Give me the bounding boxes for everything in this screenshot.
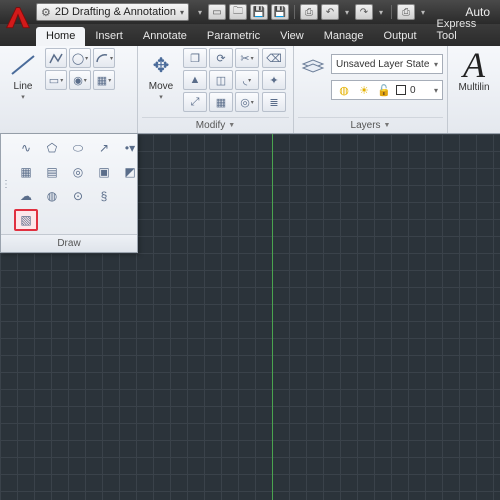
sun-icon: ☀ [356,82,372,98]
chevron-down-icon: ▾ [21,93,25,101]
modify-grid: ❐ ⟳ ✂▾ ▲ ◫ ◟▾ ⤢ ▦ ◎▾ [183,48,259,117]
panel-draw: Line ▾ ◯▾ ▾ ▭▾ ◉▾ ▦▾ [0,46,138,133]
layer-state-dropdown[interactable]: Unsaved Layer State ▾ [331,54,443,74]
arc-icon[interactable]: ▾ [93,48,115,68]
panel-annotation: A Multilin [448,46,500,133]
tab-home[interactable]: Home [36,27,85,46]
move-icon: ✥ [144,50,178,80]
stretch-icon[interactable]: ⤢ [183,92,207,112]
lightbulb-icon: ◍ [336,82,352,98]
lock-icon: 🔓 [376,82,392,98]
hatch2-icon[interactable]: ▦ [14,161,38,183]
undo-icon[interactable]: ↶ [321,4,339,20]
boundary-icon[interactable]: ◎ [66,161,90,183]
line-label: Line [14,81,33,92]
hatch-icon[interactable]: ▦▾ [93,70,115,90]
tab-view[interactable]: View [270,27,314,46]
separator [391,5,392,19]
fillet-icon[interactable]: ◟▾ [235,70,259,90]
modify-title[interactable]: Modify▼ [142,117,289,133]
panel-layers: Unsaved Layer State ▾ ◍ ☀ 🔓 0 ▾ Layers▼ [294,46,448,133]
panel-modify: ✥ Move ▾ ❐ ⟳ ✂▾ ▲ ◫ ◟▾ ⤢ ▦ ◎▾ ⌫ ✦ ≣ Modi… [138,46,294,133]
revision-cloud-icon[interactable]: ☁ [14,185,38,207]
tab-express-tools[interactable]: Express Tool [427,15,500,46]
ellipse2-icon[interactable]: ⬭ [66,137,90,159]
tab-annotate[interactable]: Annotate [133,27,197,46]
draw-flyout-title[interactable]: Draw [1,234,137,252]
chevron-down-icon: ▼ [384,122,391,129]
explode-icon[interactable]: ✦ [262,70,286,90]
rotate-icon[interactable]: ⟳ [209,48,233,68]
erase-icon[interactable]: ⌫ [262,48,286,68]
redo-history-icon[interactable]: ▾ [376,4,386,20]
quick-access-toolbar: ▾ ▭ 🗀 💾 💾 ⎙ ↶ ▾ ↷ ▾ ⎙ ▾ [195,4,428,20]
multiline-label: Multilin [458,82,489,93]
offset2-icon[interactable]: ≣ [262,92,286,112]
undo-history-icon[interactable]: ▾ [342,4,352,20]
app-logo[interactable] [4,4,32,32]
copy-icon[interactable]: ❐ [183,48,207,68]
chevron-down-icon: ▾ [180,8,184,17]
line-button[interactable]: Line ▾ [4,48,42,133]
chevron-down-icon: ▾ [434,60,438,69]
title-bar: ⚙ 2D Drafting & Annotation ▾ ▾ ▭ 🗀 💾 💾 ⎙… [0,0,500,24]
mirror-icon[interactable]: ▲ [183,70,207,90]
trim-icon[interactable]: ✂▾ [235,48,259,68]
open-icon[interactable]: 🗀 [229,4,247,20]
circle-icon[interactable]: ◯▾ [69,48,91,68]
more-icon[interactable]: •▾ [118,137,142,159]
color-swatch [396,85,406,95]
polyline-icon[interactable] [45,48,67,68]
tab-insert[interactable]: Insert [85,27,133,46]
region-icon[interactable]: ▣ [92,161,116,183]
polygon-icon[interactable]: ⬠ [40,137,64,159]
print-icon[interactable]: ⎙ [397,4,415,20]
chevron-down-icon: ▾ [159,93,163,101]
layer-state-label: Unsaved Layer State [336,59,429,70]
ribbon-tabs: Home Insert Annotate Parametric View Man… [0,24,500,46]
draw-panel-flyout: ⋮ ∿ ⬠ ⬭ ↗ •▾ ▦ ▤ ◎ ▣ ◩ ☁ ◍ ⊙ § ▧ Draw [0,134,138,253]
array-icon[interactable]: ▦ [209,92,233,112]
tab-output[interactable]: Output [374,27,427,46]
text-icon[interactable]: A [463,50,485,80]
blank-icon [118,185,142,207]
new-icon[interactable]: ▭ [208,4,226,20]
line-icon [6,50,40,80]
3d-polyline-icon[interactable]: ▧ [14,209,38,231]
plot-icon[interactable]: ⎙ [300,4,318,20]
save-icon[interactable]: 💾 [250,4,268,20]
point-icon[interactable]: ⊙ [66,185,90,207]
gradient-icon[interactable]: ▤ [40,161,64,183]
chevron-down-icon: ▾ [434,86,438,95]
tab-manage[interactable]: Manage [314,27,374,46]
workspace-label: 2D Drafting & Annotation [55,6,176,18]
donut-icon[interactable]: ◍ [40,185,64,207]
spline-icon[interactable]: ∿ [14,137,38,159]
wipeout-icon[interactable]: ◩ [118,161,142,183]
panel-grip[interactable]: ⋮ [1,134,11,234]
redo-icon[interactable]: ↷ [355,4,373,20]
move-button[interactable]: ✥ Move ▾ [142,48,180,117]
scale-icon[interactable]: ◫ [209,70,233,90]
layer-properties-button[interactable] [298,50,328,78]
offset-icon[interactable]: ◎▾ [235,92,259,112]
workspace-dropdown[interactable]: ⚙ 2D Drafting & Annotation ▾ [36,3,189,21]
ray-icon[interactable]: ↗ [92,137,116,159]
tab-parametric[interactable]: Parametric [197,27,270,46]
layers-title[interactable]: Layers▼ [298,117,443,133]
gear-icon: ⚙ [41,6,51,19]
qat-customize-left[interactable]: ▾ [195,4,205,20]
move-label: Move [149,81,173,92]
separator [294,5,295,19]
draw-grid: ◯▾ ▾ ▭▾ ◉▾ ▦▾ [45,48,115,133]
saveas-icon[interactable]: 💾 [271,4,289,20]
rectangle-icon[interactable]: ▭▾ [45,70,67,90]
layer-dropdown[interactable]: ◍ ☀ 🔓 0 ▾ [331,80,443,100]
helix-icon[interactable]: § [92,185,116,207]
ribbon: Line ▾ ◯▾ ▾ ▭▾ ◉▾ ▦▾ ✥ Move ▾ ❐ ⟳ [0,46,500,134]
chevron-down-icon: ▼ [228,122,235,129]
ellipse-icon[interactable]: ◉▾ [69,70,91,90]
current-layer-label: 0 [410,85,416,96]
